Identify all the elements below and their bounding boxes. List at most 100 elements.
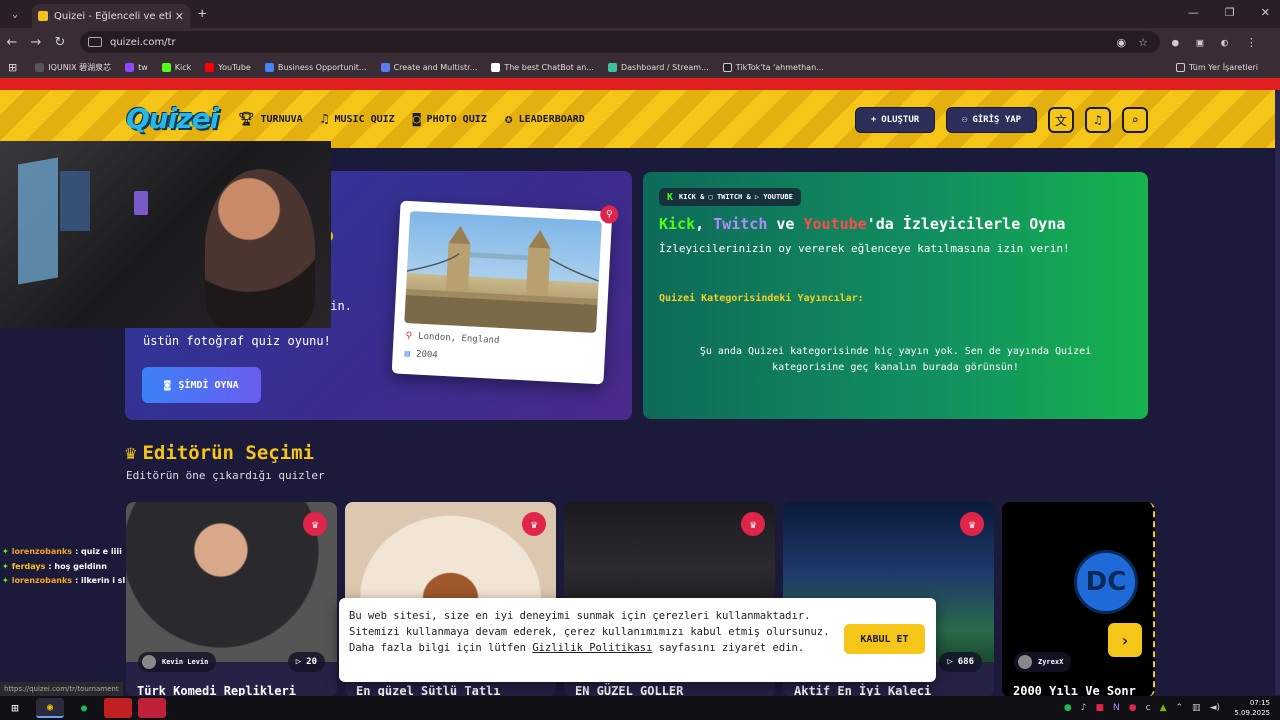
nav-photo-quiz[interactable]: ◙ PHOTO QUIZ [413, 112, 487, 127]
app-tray-icon[interactable]: N [1113, 703, 1120, 713]
puzzle-icon[interactable]: ▣ [1197, 36, 1204, 49]
close-tab-icon[interactable]: ✕ [175, 10, 184, 23]
chevron-right-icon: › [1120, 630, 1130, 650]
stream-chat-overlay: ✦ lorenzobanks: quiz e iiii ✦ ferdays: hoş… [2, 545, 125, 589]
stream-hero-subtitle: İzleyicilerinizin oy vererek eğlenceye k… [659, 242, 1070, 255]
bookmark-item[interactable]: IQUNIX 碧湖泉芯 [35, 62, 111, 73]
notifications-button[interactable]: ♫ [1085, 107, 1111, 133]
login-button[interactable]: ⚇ GİRİŞ YAP [946, 107, 1037, 133]
bookmark-star-icon[interactable]: ☆ [1138, 36, 1148, 49]
profile-avatar-icon[interactable]: ◐ [1221, 36, 1228, 49]
bookmark-item[interactable]: TikTok'ta 'ahmethan... [722, 62, 824, 72]
reload-icon[interactable]: ↻ [48, 35, 72, 50]
site-header: Quizei 🏆︎ TURNUVA ♫ MUSIC QUIZ ◙ PHOTO QUIZ… [0, 90, 1275, 148]
new-tab-icon[interactable]: + [198, 6, 206, 22]
bookmark-item[interactable]: Create and Multistr... [380, 62, 477, 72]
windows-start-icon[interactable]: ⊞ [0, 701, 30, 715]
spotify-tray-icon[interactable]: ● [1064, 703, 1072, 713]
cookie-message: Bu web sitesi, size en iyi deneyimi sunm… [349, 610, 830, 654]
app-tray-icon[interactable]: ● [1129, 703, 1137, 713]
privacy-policy-link[interactable]: Gizlilik Politikası [532, 642, 652, 654]
bookmark-item[interactable]: tw [125, 62, 148, 72]
bookmarks-bar: ⊞ IQUNIX 碧湖泉芯 tw Kick YouTube Business O… [0, 56, 1280, 78]
nav-leaderboard[interactable]: ✪ LEADERBOARD [505, 112, 585, 127]
network-icon[interactable]: ▥ [1192, 703, 1201, 713]
calendar-icon: ▤ [404, 348, 411, 360]
accept-cookies-button[interactable]: KABUL ET [844, 624, 925, 654]
forward-icon[interactable]: → [24, 35, 48, 50]
play-now-button[interactable]: ◙ ŞİMDİ OYNA [142, 367, 261, 403]
address-bar-row: ← → ↻ quizei.com/tr ◉ ☆ ● ▣ ◐ ⋮ [0, 28, 1280, 56]
streamer [205, 169, 315, 328]
eye-off-icon[interactable]: ◉ [1117, 36, 1127, 49]
site-logo[interactable]: Quizei [126, 102, 219, 135]
crown-icon: ♛ [125, 442, 137, 464]
tower-bridge-photo [404, 211, 602, 333]
play-count: ▷ 20 [287, 652, 325, 672]
volume-icon[interactable]: ◄) [1210, 703, 1220, 713]
back-icon[interactable]: ← [0, 35, 24, 50]
bookmark-item[interactable]: Dashboard / Stream... [607, 62, 709, 72]
avatar [142, 655, 156, 669]
kick-icon: ✦ [2, 576, 9, 585]
medal-icon: ✪ [504, 112, 513, 127]
kick-icon: ✦ [2, 547, 9, 556]
language-button[interactable]: 文 [1048, 107, 1074, 133]
platform-badge: K KICK & ▢ TWITCH & ▷ YOUTUBE [659, 188, 801, 206]
nav-tournament[interactable]: 🏆︎ TURNUVA [238, 112, 303, 127]
quiz-card[interactable]: DC ZyrexX 2000 Yılı Ve Sonr [1002, 502, 1155, 697]
mic-icon[interactable]: ♪ [1081, 703, 1087, 713]
system-tray: ● ♪ ■ N ● ᴄ ▲ ⌃ ▥ ◄) [1064, 703, 1220, 713]
site-info-icon[interactable] [88, 37, 102, 47]
monitor [18, 157, 58, 285]
bookmark-item[interactable]: YouTube [205, 62, 251, 72]
app-icon[interactable] [104, 698, 132, 718]
app-icon[interactable] [138, 698, 166, 718]
quizei-favicon-icon [38, 11, 48, 21]
app-tray-icon[interactable]: ■ [1096, 703, 1105, 713]
close-window-icon[interactable]: ✕ [1261, 6, 1270, 19]
webcam-overlay [0, 141, 331, 328]
menu-dots-icon[interactable]: ⋮ [1246, 36, 1257, 49]
browser-tab[interactable]: Quizei - Eğlenceli ve etkileşimli ✕ [32, 4, 190, 28]
kick-icon: K [667, 191, 674, 203]
bookmark-item[interactable]: The best ChatBot an... [491, 62, 594, 72]
nvidia-icon[interactable]: ▲ [1160, 703, 1167, 713]
photo-location: ⚲ London, England [405, 331, 500, 346]
main-nav: 🏆︎ TURNUVA ♫ MUSIC QUIZ ◙ PHOTO QUIZ ✪ LEADE… [238, 112, 585, 127]
top-accent-stripe [0, 78, 1280, 90]
window-controls: — ❐ ✕ [1188, 6, 1270, 19]
dc-logo: DC [1074, 550, 1138, 614]
quiz-author[interactable]: ZyrexX [1014, 652, 1072, 672]
quiz-card[interactable]: ♛ Kevin Levin ▷ 20 Türk Komedi Replikleri [126, 502, 337, 697]
all-bookmarks[interactable]: Tüm Yer İşaretleri [1175, 62, 1258, 72]
spotify-icon[interactable]: ● [70, 698, 98, 718]
bookmark-item[interactable]: Kick [161, 62, 191, 72]
tab-title: Quizei - Eğlenceli ve etkileşimli [54, 10, 171, 22]
nav-music-quiz[interactable]: ♫ MUSIC QUIZ [321, 112, 395, 127]
minimize-icon[interactable]: — [1188, 6, 1199, 19]
app-tray-icon[interactable]: ᴄ [1146, 703, 1151, 713]
play-count: ▷ 686 [939, 652, 982, 672]
search-button[interactable]: ⌕ [1122, 107, 1148, 133]
browser-tabbar: ⌄ Quizei - Eğlenceli ve etkileşimli ✕ + … [0, 0, 1280, 28]
create-button[interactable]: + OLUŞTUR [855, 107, 935, 133]
restore-icon[interactable]: ❐ [1225, 6, 1235, 19]
plus-icon: + [870, 115, 877, 125]
tab-list-icon[interactable]: ⌄ [4, 5, 26, 23]
kick-icon: ✦ [2, 561, 9, 571]
extension-icon[interactable]: ● [1172, 36, 1179, 49]
clock[interactable]: 07:15 5.09.2025 [1234, 698, 1270, 718]
taskbar: ⊞ ◉ ● ● ♪ ■ N ● ᴄ ▲ ⌃ ▥ ◄) 07:15 5.09.20… [0, 696, 1280, 720]
page-scrollbar[interactable] [1275, 90, 1280, 695]
bookmark-item[interactable]: Business Opportunit... [264, 62, 367, 72]
quiz-author[interactable]: Kevin Levin [138, 652, 217, 672]
play-icon: ▷ [947, 657, 953, 667]
stream-hero: K KICK & ▢ TWITCH & ▷ YOUTUBE Kick, Twitc… [643, 172, 1148, 419]
apps-icon[interactable]: ⊞ [8, 61, 17, 74]
chevron-up-icon[interactable]: ⌃ [1176, 703, 1184, 713]
chrome-icon[interactable]: ◉ [36, 698, 64, 718]
carousel-next-button[interactable]: › [1108, 623, 1142, 657]
url-field[interactable]: quizei.com/tr ◉ ☆ [80, 31, 1160, 53]
editors-pick-subtitle: Editörün öne çıkardığı quizler [126, 469, 325, 482]
